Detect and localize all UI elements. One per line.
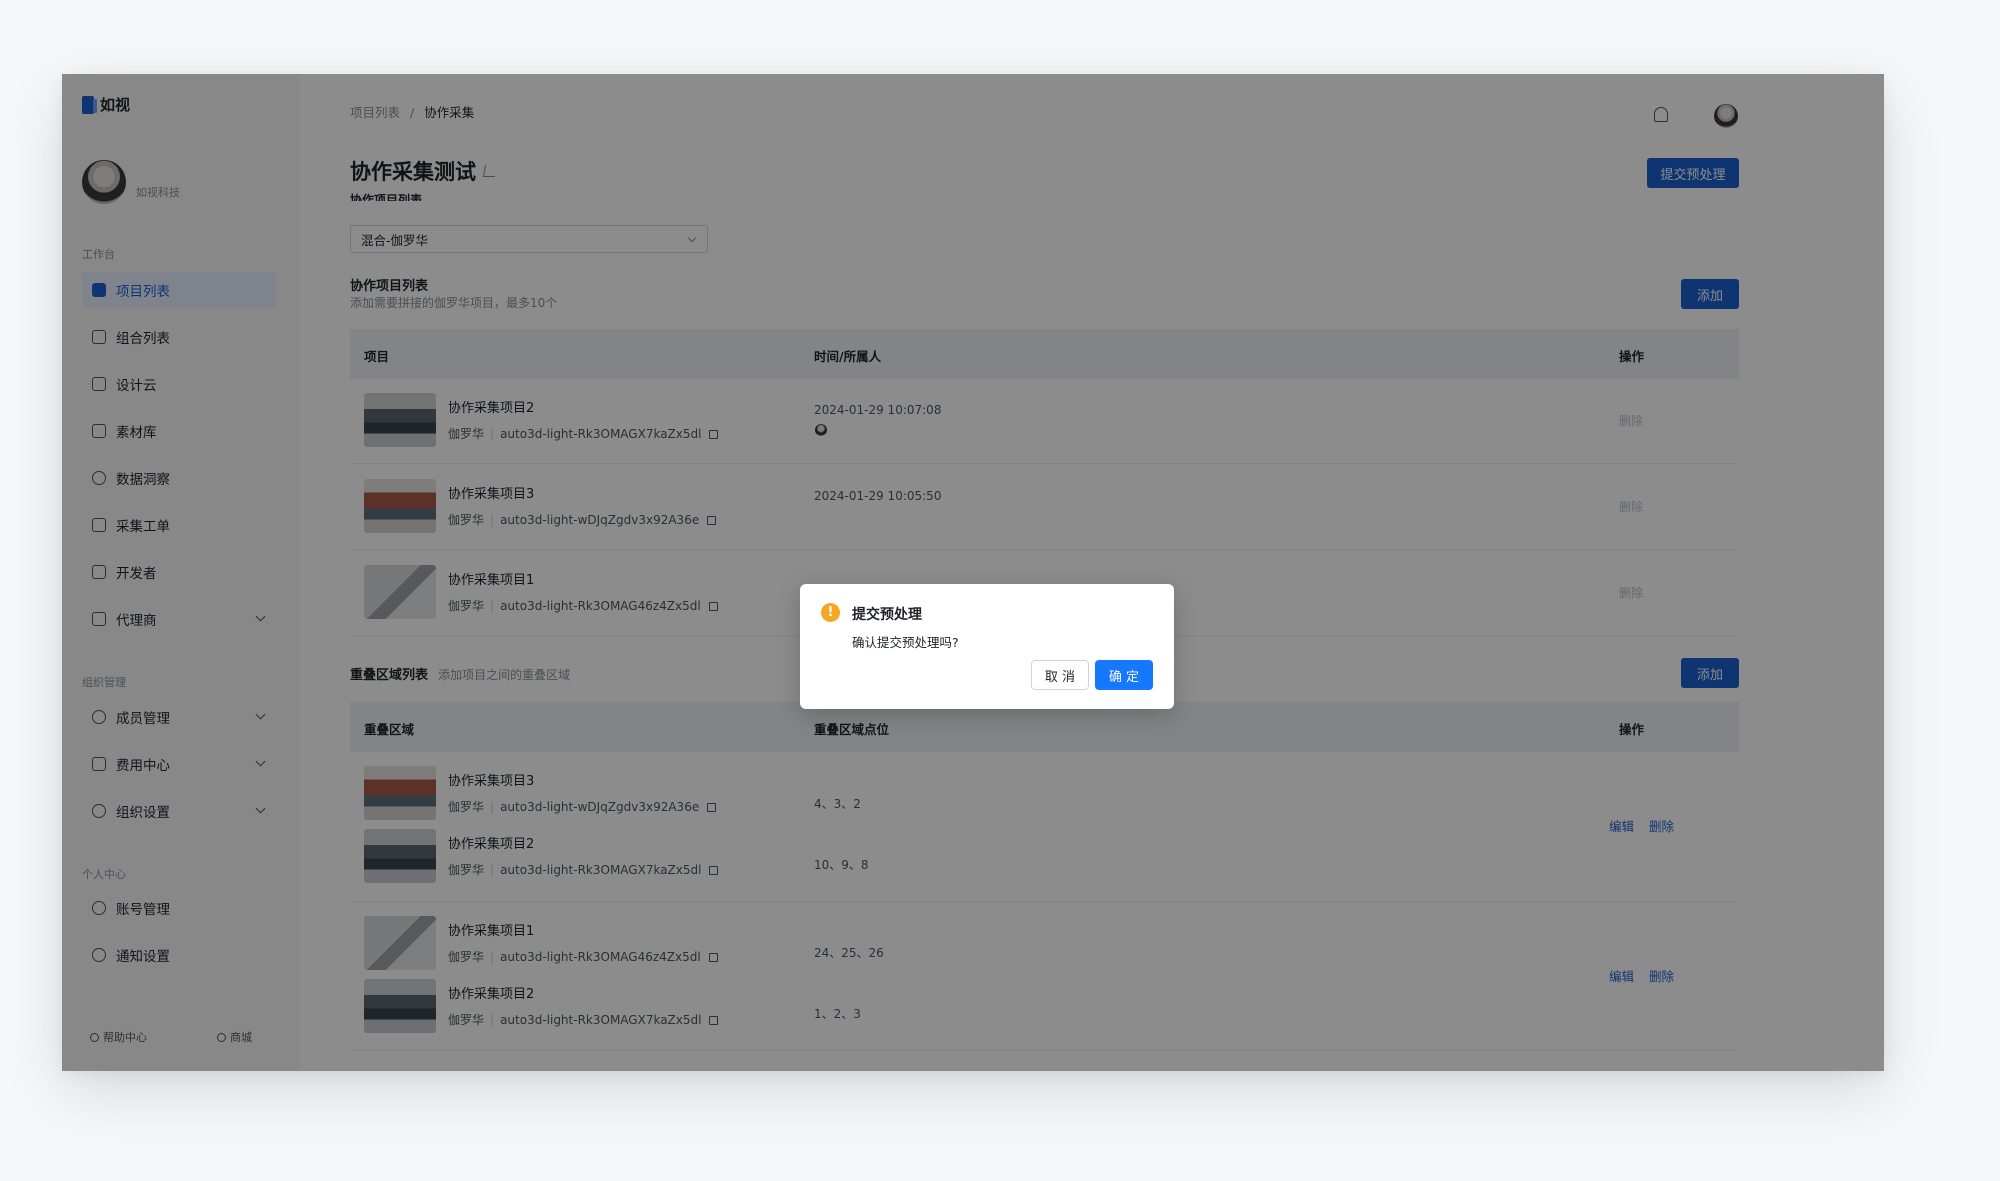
confirm-button[interactable]: 确 定: [1095, 660, 1153, 690]
app-window: 如视 如视科技 工作台 项目列表 组合列表 设计云 素材库 数据洞察 采集工单 …: [62, 74, 1884, 1071]
dialog-message: 确认提交预处理吗?: [852, 635, 959, 650]
warning-icon: !: [821, 603, 840, 622]
dialog-title: 提交预处理: [852, 607, 922, 623]
modal-overlay[interactable]: [62, 74, 1884, 1071]
cancel-button[interactable]: 取 消: [1031, 660, 1089, 690]
confirm-dialog: ! 提交预处理 确认提交预处理吗? 取 消 确 定: [800, 584, 1174, 709]
